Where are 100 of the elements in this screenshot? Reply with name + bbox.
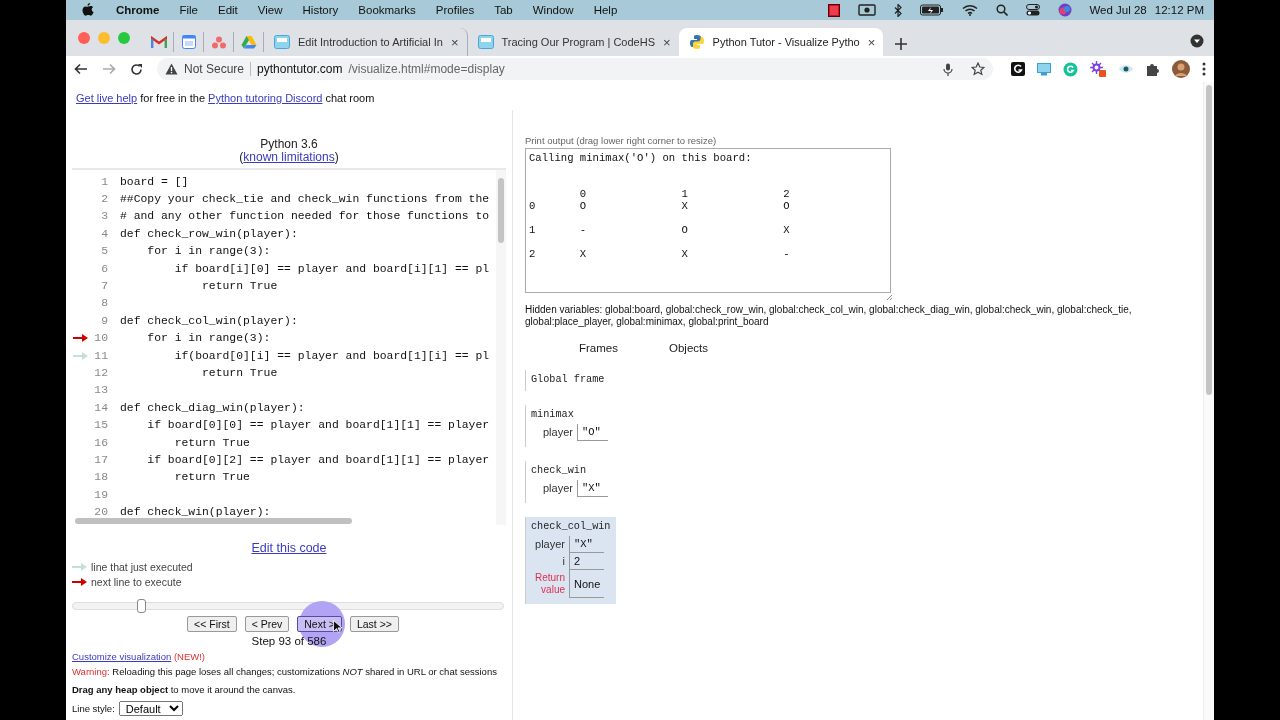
return-value-label: Return value xyxy=(531,569,570,598)
menu-item[interactable]: Help xyxy=(583,4,628,16)
line-number: 9 xyxy=(100,314,108,327)
recording-icon[interactable] xyxy=(828,3,841,17)
code-line: if(board[0][i] == player and board[1][i] == pl xyxy=(173,349,490,362)
code-line: # and any other function needed for those functions to xyxy=(120,210,490,223)
frame-name: minimax xyxy=(531,409,575,420)
line-number: 13 xyxy=(93,384,108,397)
edit-code-link[interactable]: Edit this code xyxy=(251,541,327,555)
menubar-time: 12:12 PM xyxy=(1154,4,1204,16)
puzzle-icon[interactable] xyxy=(1146,62,1160,76)
menu-item[interactable]: Profiles xyxy=(425,4,485,16)
menu-item[interactable]: Bookmarks xyxy=(348,4,426,16)
apple-icon[interactable] xyxy=(82,3,94,17)
frame-name: check_col_win xyxy=(531,521,611,532)
tab-search-icon[interactable] xyxy=(1190,34,1204,48)
screen-icon[interactable] xyxy=(1037,62,1051,76)
line-number: 15 xyxy=(93,419,108,432)
close-tab-button[interactable]: × xyxy=(450,35,459,49)
column-header: Frames xyxy=(579,342,619,354)
menu-item[interactable]: Tab xyxy=(484,4,523,16)
address-field[interactable]: Not Secure pythontutor.com /visualize.html#mode=display xyxy=(157,58,993,80)
microphone-icon[interactable] xyxy=(943,62,953,76)
line-number: 11 xyxy=(93,349,108,362)
customize-link[interactable]: Customize visualization xyxy=(72,651,172,662)
frame-name: Global frame xyxy=(531,374,606,385)
last-button[interactable]: Last >> xyxy=(349,616,399,632)
warning-label: Warning: xyxy=(72,666,110,677)
star-icon[interactable] xyxy=(971,62,985,76)
warning-icon xyxy=(165,63,178,75)
line-number: 1 xyxy=(100,175,108,188)
screen-record-icon[interactable] xyxy=(858,4,877,16)
limitations-link[interactable]: known limitations xyxy=(243,150,335,164)
browser-tab[interactable]: Tracing Our Program | CodeHS × xyxy=(467,28,679,56)
slider-thumb[interactable] xyxy=(137,599,147,613)
close-tab-button[interactable]: × xyxy=(867,35,876,49)
menu-item[interactable]: Window xyxy=(522,4,584,16)
executed-line-arrow-icon xyxy=(72,562,87,571)
menu-item[interactable]: File xyxy=(169,4,208,16)
next-button[interactable]: Next > xyxy=(297,616,342,632)
search-icon[interactable] xyxy=(996,4,1009,16)
prev-button[interactable]: < Prev xyxy=(244,616,290,632)
code-line: ##Copy your check_tie and check_win functions from the xyxy=(120,193,490,206)
legend-text: line that just executed xyxy=(91,560,193,573)
step-counter: Step 93 of 586 xyxy=(250,635,328,647)
variable-value: "X" xyxy=(569,536,605,553)
battery-icon[interactable] xyxy=(920,4,945,16)
vertical-scrollbar[interactable] xyxy=(496,170,506,525)
page-scrollbar[interactable] xyxy=(1203,82,1214,720)
line-number: 20 xyxy=(93,506,108,519)
line-number: 12 xyxy=(93,367,108,379)
new-tab-icon[interactable] xyxy=(895,38,908,50)
control-center-icon[interactable] xyxy=(1026,4,1041,16)
eye-icon[interactable] xyxy=(1118,64,1134,74)
line-style-select[interactable]: Default xyxy=(118,701,183,716)
step-slider-track[interactable] xyxy=(72,602,504,610)
reload-icon[interactable] xyxy=(130,62,143,76)
security-label: Not Secure xyxy=(184,62,245,76)
pointer-icon xyxy=(333,620,342,633)
url-host: pythontutor.com xyxy=(257,62,343,76)
calendar-icon xyxy=(181,35,196,49)
python-icon xyxy=(688,34,705,50)
mail-icon xyxy=(150,36,167,48)
resize-grip-icon[interactable] xyxy=(886,294,893,301)
app-menu[interactable]: Chrome xyxy=(106,4,170,16)
line-number: 7 xyxy=(100,280,108,293)
line-number: 6 xyxy=(100,262,108,275)
close-tab-button[interactable]: × xyxy=(662,35,671,49)
menu-item[interactable]: Edit xyxy=(208,4,248,16)
first-button[interactable]: << First xyxy=(187,616,237,632)
line-number: 4 xyxy=(100,227,108,240)
line-number: 16 xyxy=(93,436,108,449)
sparkle-badge-icon[interactable] xyxy=(1090,61,1106,77)
code-line: for i in range(3): xyxy=(146,245,271,258)
code-line: def check_win(player): xyxy=(120,506,271,519)
line-number: 2 xyxy=(100,193,108,206)
browser-tab[interactable]: Python Tutor - Visualize Pytho × xyxy=(678,28,884,56)
language-title: Python 3.6 xyxy=(259,138,319,151)
code-line: for i in range(3): xyxy=(146,332,271,345)
menu-item[interactable]: History xyxy=(292,4,349,16)
url-path: /visualize.html#mode=display xyxy=(348,62,505,76)
more-menu-icon[interactable] xyxy=(1202,62,1206,76)
help-text: Get live help for free in the Python tutoring Discord chat room xyxy=(75,91,376,106)
tab-title: Python Tutor - Visualize Pytho xyxy=(712,36,860,48)
help-link[interactable]: Get live help xyxy=(76,92,138,104)
wifi-icon[interactable] xyxy=(962,4,979,16)
avatar-icon[interactable] xyxy=(1172,60,1190,78)
column-header: Objects xyxy=(669,342,708,354)
horizontal-scrollbar[interactable] xyxy=(75,518,352,524)
menu-item[interactable]: View xyxy=(247,4,293,16)
code-line: def check_col_win(player): xyxy=(120,314,298,327)
document-icon xyxy=(274,35,290,49)
variable-name: i xyxy=(531,552,570,570)
help-link[interactable]: Python tutoring Discord xyxy=(208,92,323,104)
code-line: board = [] xyxy=(120,175,189,188)
variable-value: "O" xyxy=(577,424,608,441)
back-icon[interactable] xyxy=(74,63,88,75)
variable-value: None xyxy=(569,569,605,598)
bluetooth-icon[interactable] xyxy=(894,3,903,17)
variable-name: player xyxy=(539,424,578,441)
